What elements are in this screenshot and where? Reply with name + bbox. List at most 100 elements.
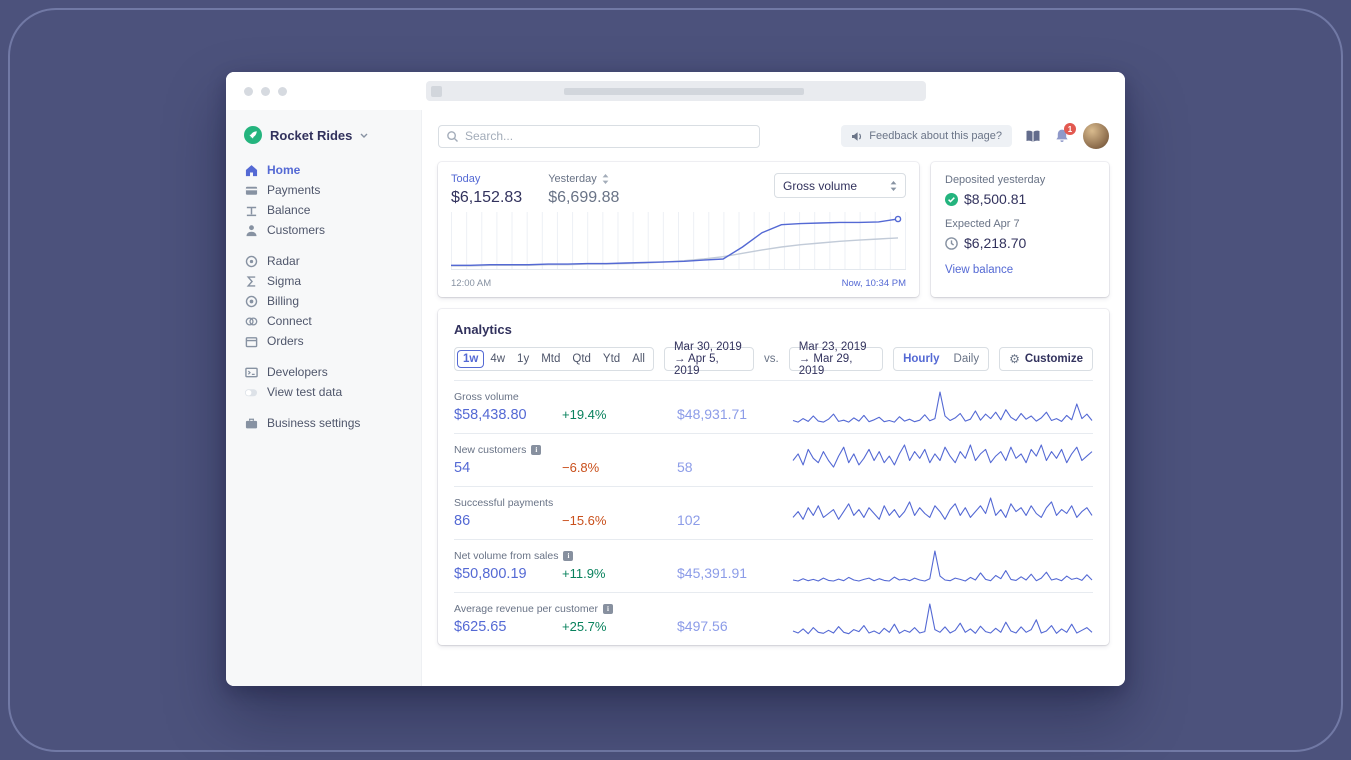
vs-label: vs. xyxy=(764,353,779,365)
sparkline-gross-volume xyxy=(792,389,1093,425)
metric-previous-value: 58 xyxy=(677,459,693,475)
chart-now-time: Now, 10:34 PM xyxy=(841,278,906,289)
browser-window: Rocket Rides Home Payments Balance Custo… xyxy=(226,72,1125,686)
info-icon[interactable]: i xyxy=(602,604,613,614)
sidebar-item-payments[interactable]: Payments xyxy=(244,180,421,200)
metric-delta: −15.6% xyxy=(562,513,607,528)
feedback-button[interactable]: Feedback about this page? xyxy=(841,125,1012,147)
granularity-daily[interactable]: Daily xyxy=(947,350,987,368)
range-mtd[interactable]: Mtd xyxy=(535,350,566,368)
zoom-button[interactable] xyxy=(278,86,287,96)
today-value: $6,152.83 xyxy=(451,189,523,206)
metric-row-net-volume: Net volume from sales i $50,800.19 +11.9%… xyxy=(454,539,1093,592)
search-input[interactable] xyxy=(438,124,760,148)
customers-icon xyxy=(244,224,258,237)
sidebar-item-customers[interactable]: Customers xyxy=(244,220,421,240)
info-icon[interactable]: i xyxy=(563,551,574,561)
sidebar-item-radar[interactable]: Radar xyxy=(244,251,421,271)
date-range-presets: 1w 4w 1y Mtd Qtd Ytd All xyxy=(454,347,654,371)
range-1y[interactable]: 1y xyxy=(511,350,535,368)
metric-label: Net volume from sales xyxy=(454,550,559,562)
current-period-picker[interactable]: Mar 30, 2019 → Apr 5, 2019 xyxy=(663,341,755,377)
clock-icon xyxy=(945,236,958,250)
nav-section-main: Home Payments Balance Customers xyxy=(244,160,421,240)
sidebar-item-label: Sigma xyxy=(267,274,302,288)
search-field xyxy=(438,124,760,148)
sidebar-item-view-test-data[interactable]: View test data xyxy=(244,382,421,402)
sidebar-item-billing[interactable]: Billing xyxy=(244,291,421,311)
range-all[interactable]: All xyxy=(626,350,651,368)
sidebar-item-label: Radar xyxy=(267,254,300,268)
browser-chrome xyxy=(226,72,1125,110)
sparkline-average-revenue xyxy=(792,601,1093,637)
range-qtd[interactable]: Qtd xyxy=(566,350,597,368)
sidebar-item-business-settings[interactable]: Business settings xyxy=(244,413,421,433)
test-data-toggle-icon[interactable] xyxy=(244,386,258,399)
orders-icon xyxy=(244,335,258,348)
sidebar-item-label: View test data xyxy=(267,385,343,399)
sidebar-item-label: Customers xyxy=(267,223,326,237)
sidebar-item-label: Balance xyxy=(267,203,311,217)
sidebar-item-balance[interactable]: Balance xyxy=(244,200,421,220)
range-ytd[interactable]: Ytd xyxy=(597,350,626,368)
sidebar-item-label: Payments xyxy=(267,183,321,197)
metric-previous-value: $45,391.91 xyxy=(677,565,748,581)
gross-volume-line-chart xyxy=(451,210,906,270)
minimize-button[interactable] xyxy=(261,86,270,96)
deposits-card: Deposited yesterday $8,500.81 Expected A… xyxy=(931,162,1109,297)
metric-label: New customers xyxy=(454,444,527,456)
metric-value: 86 xyxy=(454,513,471,529)
sidebar-item-developers[interactable]: Developers xyxy=(244,362,421,382)
radar-icon xyxy=(244,255,258,268)
metric-previous-value: $48,931.71 xyxy=(677,406,748,422)
metric-value: $625.65 xyxy=(454,619,507,635)
sidebar-item-sigma[interactable]: Sigma xyxy=(244,271,421,291)
docs-button[interactable] xyxy=(1025,129,1041,144)
metric-label: Gross volume xyxy=(454,391,519,403)
main-content: Feedback about this page? 1 xyxy=(422,110,1125,686)
close-button[interactable] xyxy=(244,86,253,96)
info-icon[interactable]: i xyxy=(531,445,542,455)
notifications-button[interactable]: 1 xyxy=(1054,123,1076,144)
range-1w[interactable]: 1w xyxy=(457,350,484,368)
sidebar-item-label: Home xyxy=(267,163,301,177)
granularity-hourly[interactable]: Hourly xyxy=(896,350,946,368)
developers-icon xyxy=(244,366,258,379)
address-bar[interactable] xyxy=(425,81,926,101)
metric-previous-value: 102 xyxy=(677,512,701,528)
view-balance-link[interactable]: View balance xyxy=(945,264,1095,276)
nav-section-developers: Developers View test data xyxy=(244,362,421,402)
metric-select-value: Gross volume xyxy=(783,178,858,193)
expected-value: $6,218.70 xyxy=(964,235,1027,251)
sidebar-item-orders[interactable]: Orders xyxy=(244,331,421,351)
sidebar-item-label: Connect xyxy=(267,314,312,328)
range-4w[interactable]: 4w xyxy=(484,350,511,368)
yesterday-column: Yesterday $6,699.88 xyxy=(548,173,619,207)
balance-icon xyxy=(244,204,258,217)
metric-label: Average revenue per customer xyxy=(454,603,598,615)
site-icon xyxy=(430,85,442,97)
sidebar-item-home[interactable]: Home xyxy=(244,160,421,180)
metric-select[interactable]: Gross volume xyxy=(774,173,906,198)
analytics-title: Analytics xyxy=(454,322,512,337)
sparkline-net-volume xyxy=(792,548,1093,584)
metric-delta: +25.7% xyxy=(562,619,607,634)
yesterday-label: Yesterday xyxy=(548,173,597,185)
metric-delta: −6.8% xyxy=(562,460,600,475)
sidebar: Rocket Rides Home Payments Balance Custo… xyxy=(226,110,422,686)
metric-delta: +19.4% xyxy=(562,407,607,422)
business-settings-icon xyxy=(244,417,258,430)
sparkline-successful-payments xyxy=(792,495,1093,531)
customize-button[interactable]: ⚙ Customize xyxy=(999,347,1093,371)
topbar: Feedback about this page? 1 xyxy=(438,123,1109,149)
account-switcher[interactable]: Rocket Rides xyxy=(244,126,421,144)
chevron-down-icon xyxy=(360,133,368,138)
comparison-period-picker[interactable]: Mar 23, 2019 → Mar 29, 2019 xyxy=(788,341,884,377)
avatar[interactable] xyxy=(1083,123,1109,149)
select-stepper-icon xyxy=(890,180,897,191)
today-label: Today xyxy=(451,173,481,185)
sigma-icon xyxy=(244,275,258,288)
sidebar-item-connect[interactable]: Connect xyxy=(244,311,421,331)
rocket-rides-logo-icon xyxy=(244,126,262,144)
comparison-stepper-icon[interactable] xyxy=(602,174,609,184)
